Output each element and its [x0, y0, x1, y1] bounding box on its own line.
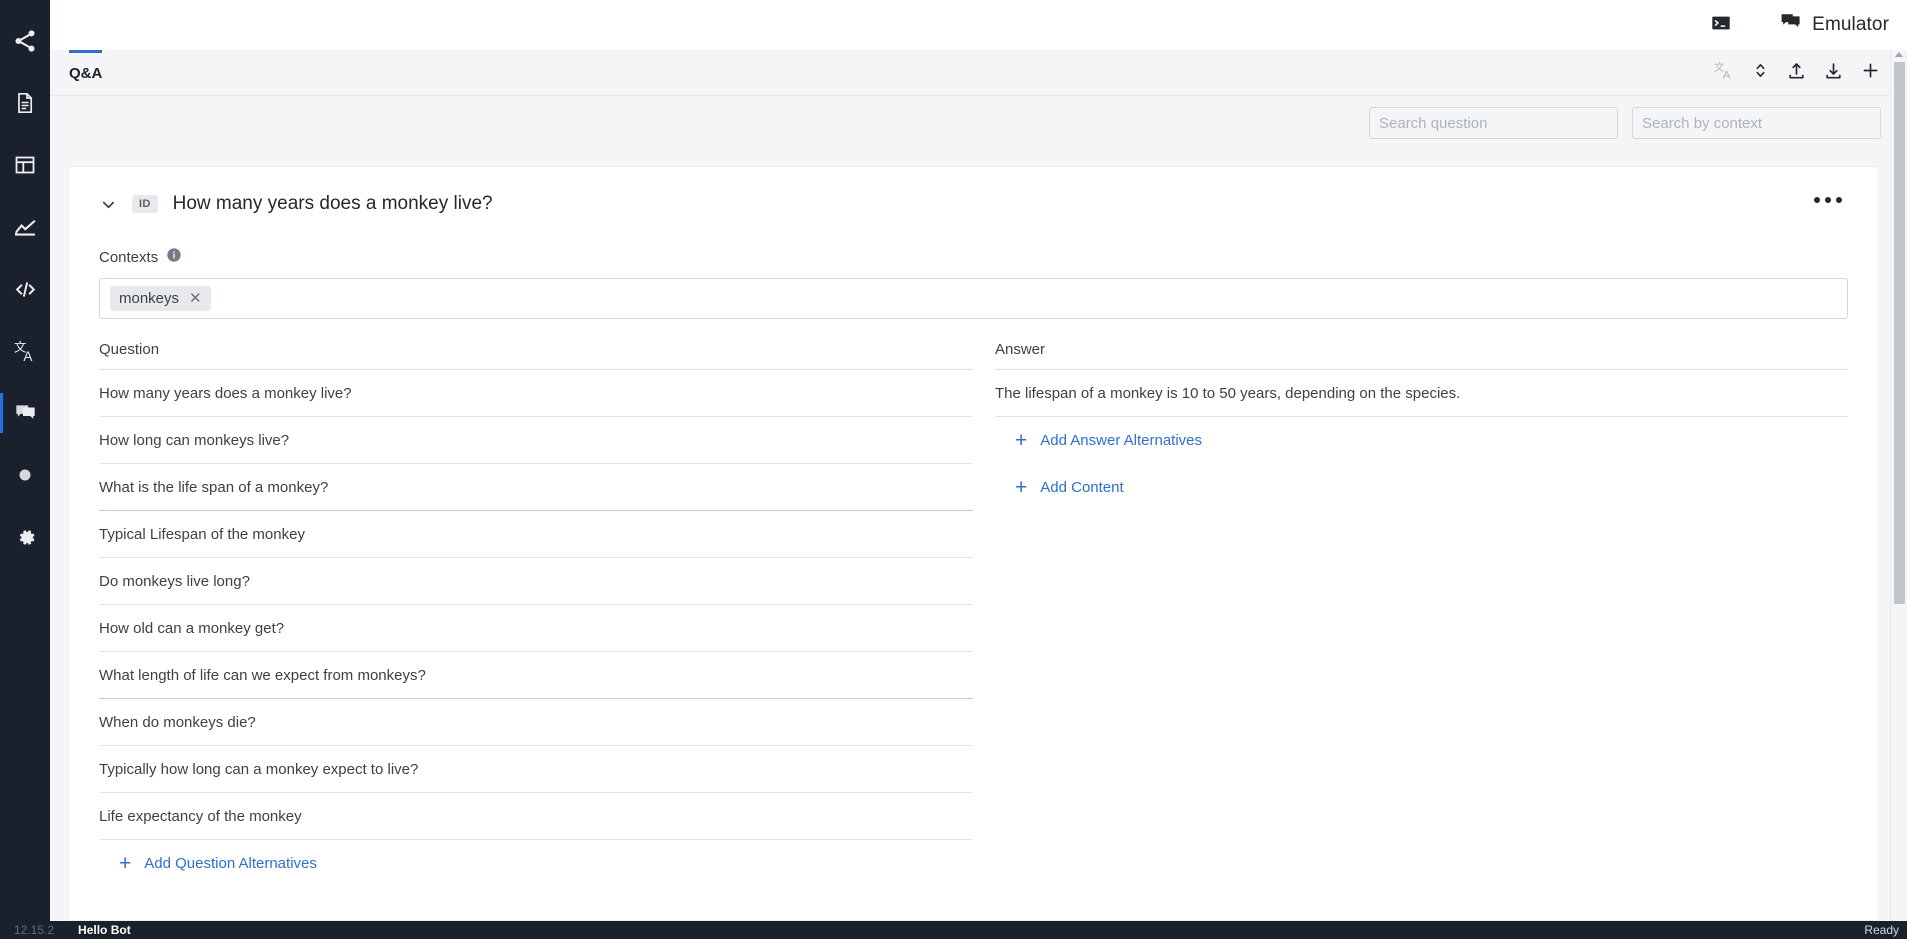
contexts-label-row: Contexts	[99, 247, 1848, 267]
contexts-label: Contexts	[99, 248, 159, 266]
context-chip-label: monkeys	[119, 290, 180, 307]
answer-column-header: Answer	[995, 341, 1848, 370]
answer-row[interactable]: The lifespan of a monkey is 10 to 50 yea…	[995, 370, 1848, 417]
code-icon	[13, 277, 38, 302]
dot-icon	[1825, 197, 1831, 203]
add-question-alternatives-button[interactable]: + Add Question Alternatives	[99, 840, 973, 887]
layout-icon	[13, 153, 37, 177]
question-column: Question How many years does a monkey li…	[99, 341, 973, 887]
question-row[interactable]: Typical Lifespan of the monkey	[99, 511, 973, 558]
question-row[interactable]: How long can monkeys live?	[99, 417, 973, 464]
question-row[interactable]: What is the life span of a monkey?	[99, 464, 973, 511]
close-icon[interactable]: ✕	[189, 291, 202, 306]
translate-icon: 文 A	[13, 339, 38, 364]
question-row[interactable]: When do monkeys die?	[99, 699, 973, 746]
qa-card: ID How many years does a monkey live? Co…	[68, 166, 1879, 921]
tab-strip-actions: 文 A	[1714, 50, 1881, 96]
add-answer-alternatives-label: Add Answer Alternatives	[1040, 432, 1203, 449]
sort-icon	[1751, 61, 1770, 85]
sidebar-item-record[interactable]	[0, 444, 50, 506]
vertical-scrollbar[interactable]	[1890, 50, 1907, 921]
download-icon	[1823, 60, 1844, 86]
qa-more-menu-button[interactable]	[1808, 191, 1848, 209]
import-button[interactable]	[1786, 60, 1807, 86]
sidebar-item-analytics[interactable]	[0, 196, 50, 258]
plus-icon: +	[1015, 429, 1028, 452]
add-button[interactable]	[1860, 60, 1881, 86]
info-icon[interactable]	[166, 247, 182, 267]
svg-text:A: A	[1723, 69, 1731, 81]
chat-icon	[13, 401, 38, 426]
qa-title: How many years does a monkey live?	[172, 193, 493, 214]
document-icon	[13, 91, 37, 115]
analytics-icon	[13, 215, 38, 240]
tab-strip: Q&A 文 A	[50, 50, 1907, 96]
bot-name-label: Hello Bot	[78, 923, 131, 937]
dot-icon	[1836, 197, 1842, 203]
version-label: 12.15.2	[14, 923, 55, 937]
add-question-alternatives-label: Add Question Alternatives	[144, 855, 317, 872]
svg-text:A: A	[23, 348, 32, 363]
main-content: ID How many years does a monkey live? Co…	[50, 150, 1907, 921]
contexts-input-box[interactable]: monkeys ✕	[99, 278, 1848, 319]
circle-icon	[14, 464, 36, 486]
left-sidebar: 文 A	[0, 0, 50, 921]
scrollbar-thumb[interactable]	[1894, 62, 1905, 604]
tab-qa-label: Q&A	[69, 64, 103, 82]
search-context-input[interactable]	[1632, 107, 1881, 139]
sidebar-item-translate[interactable]: 文 A	[0, 320, 50, 382]
dot-icon	[1814, 197, 1820, 203]
question-row[interactable]: How old can a monkey get?	[99, 605, 973, 652]
terminal-icon	[1710, 12, 1732, 39]
search-row	[50, 96, 1907, 150]
question-row[interactable]: What length of life can we expect from m…	[99, 652, 973, 699]
plus-icon	[1860, 60, 1881, 86]
id-badge: ID	[132, 195, 158, 213]
status-bar: 12.15.2 Hello Bot Ready	[0, 921, 1907, 939]
question-row[interactable]: Life expectancy of the monkey	[99, 793, 973, 840]
qa-header: ID How many years does a monkey live?	[99, 167, 1848, 235]
upload-icon	[1786, 60, 1807, 86]
translate-button[interactable]: 文 A	[1714, 60, 1735, 86]
status-label: Ready	[1864, 923, 1899, 937]
emulator-label: Emulator	[1812, 14, 1889, 35]
sidebar-item-flow[interactable]	[0, 10, 50, 72]
sidebar-item-qa[interactable]	[0, 382, 50, 444]
context-chip[interactable]: monkeys ✕	[110, 286, 211, 311]
chevron-down-icon[interactable]	[99, 195, 118, 214]
emulator-button[interactable]: Emulator	[1779, 10, 1889, 40]
scroll-up-arrow-icon[interactable]	[1895, 52, 1903, 57]
gear-icon	[13, 525, 38, 550]
sidebar-item-settings[interactable]	[0, 506, 50, 568]
question-row[interactable]: How many years does a monkey live?	[99, 370, 973, 417]
app-root: 文 A Emulator Q&A 文 A Search question Sea…	[0, 0, 1907, 939]
export-button[interactable]	[1823, 60, 1844, 86]
add-content-button[interactable]: + Add Content	[995, 464, 1848, 511]
add-answer-alternatives-button[interactable]: + Add Answer Alternatives	[995, 417, 1848, 464]
search-question-input[interactable]	[1369, 107, 1618, 139]
translate-icon: 文 A	[1714, 60, 1735, 86]
terminal-button[interactable]	[1705, 9, 1737, 41]
chat-icon	[1779, 10, 1803, 40]
add-content-label: Add Content	[1040, 479, 1124, 496]
qa-columns: Question How many years does a monkey li…	[99, 341, 1848, 887]
plus-icon: +	[1015, 476, 1028, 499]
sidebar-item-layout[interactable]	[0, 134, 50, 196]
sort-button[interactable]	[1751, 61, 1770, 85]
answer-column: Answer The lifespan of a monkey is 10 to…	[995, 341, 1848, 887]
question-column-header: Question	[99, 341, 973, 370]
question-row[interactable]: Do monkeys live long?	[99, 558, 973, 605]
share-icon	[12, 28, 38, 54]
top-bar: Emulator	[50, 0, 1907, 50]
question-row[interactable]: Typically how long can a monkey expect t…	[99, 746, 973, 793]
plus-icon: +	[119, 852, 132, 875]
sidebar-item-content[interactable]	[0, 72, 50, 134]
sidebar-item-code[interactable]	[0, 258, 50, 320]
tab-qa[interactable]: Q&A	[61, 50, 110, 96]
